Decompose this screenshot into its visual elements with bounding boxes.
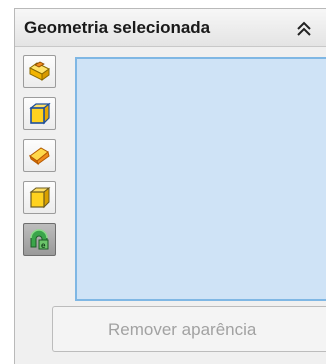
remove-appearance-button[interactable]: Remover aparência [52, 306, 326, 352]
remove-appearance-label: Remover aparência [108, 320, 257, 339]
panel-header[interactable]: Geometria selecionada [15, 9, 326, 47]
selected-geometry-panel: Geometria selecionada e Remover aparênci… [14, 8, 326, 364]
selection-filter-toolbar: e [21, 55, 59, 301]
select-surfaces-button[interactable]: e [23, 223, 56, 256]
panel-title: Geometria selecionada [24, 18, 211, 37]
select-parts-button[interactable] [23, 55, 56, 88]
selected-geometry-list[interactable] [75, 57, 326, 301]
double-chevron-up-icon[interactable] [294, 19, 314, 39]
select-faces-button[interactable] [23, 181, 56, 214]
select-bodies-button[interactable] [23, 97, 56, 130]
svg-text:e: e [41, 241, 46, 250]
select-features-button[interactable] [23, 139, 56, 172]
